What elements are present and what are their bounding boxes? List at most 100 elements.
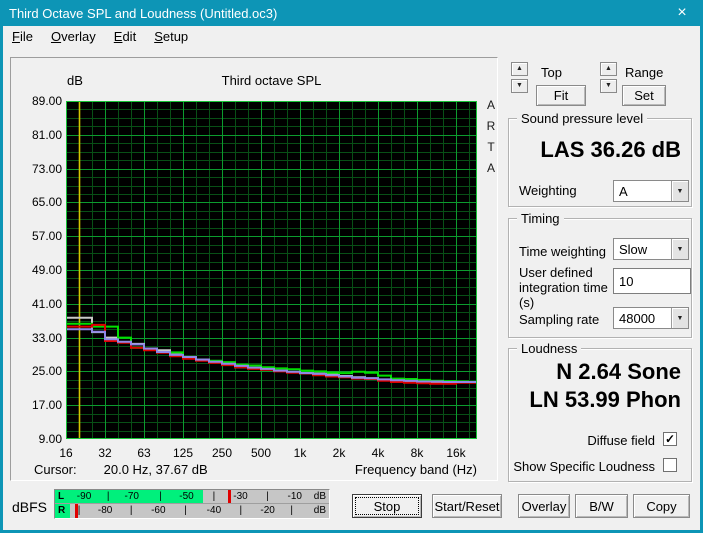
spl-groupbox: Sound pressure level LAS 36.26 dB Weight… xyxy=(508,111,692,207)
down-arrow-icon: ▼ xyxy=(605,82,612,89)
weighting-select[interactable]: A ▼ xyxy=(613,180,689,202)
menu-setup[interactable]: Setup xyxy=(145,26,197,48)
up-arrow-icon: ▲ xyxy=(516,65,523,72)
diffuse-field-label: Diffuse field xyxy=(587,433,655,448)
client-area: File Overlay Edit Setup dB Third octave SPL… xyxy=(3,26,700,530)
top-label: Top xyxy=(541,65,562,80)
spl-plot[interactable] xyxy=(66,101,477,439)
meter-scale-label: -70 xyxy=(124,491,139,502)
y-tick-label: 57.00 xyxy=(31,229,62,244)
x-tick-label: 16k xyxy=(446,446,466,460)
x-tick-label: 1k xyxy=(293,446,307,460)
dropdown-arrow-icon[interactable]: ▼ xyxy=(671,181,688,201)
range-spin-up-button[interactable]: ▲ xyxy=(600,62,617,76)
specific-loudness-label: Show Specific Loudness xyxy=(513,459,655,474)
menu-overlay[interactable]: Overlay xyxy=(42,26,105,48)
meter-scale-label: -30 xyxy=(233,491,248,502)
meter-peak-indicator xyxy=(227,490,231,503)
meter-row-r: R -80 -60 -40 -20 | | | | | dB xyxy=(55,504,329,518)
x-tick-label: 2k xyxy=(332,446,346,460)
title-bar[interactable]: Third Octave SPL and Loudness (Untitled.… xyxy=(0,0,703,26)
plot-canvas[interactable] xyxy=(66,101,477,439)
y-tick-label: 89.00 xyxy=(31,94,62,108)
meter-scale-tick: | xyxy=(77,505,81,516)
overlay-button-label: Overlay xyxy=(521,498,567,514)
chart-panel: dB Third octave SPL ARTA Cursor: 20.0 Hz… xyxy=(10,57,498,481)
stop-button-label: Stop xyxy=(373,498,401,514)
x-tick-label: 500 xyxy=(250,446,272,460)
meter-scale-label: -40 xyxy=(206,505,222,516)
timing-groupbox-title: Timing xyxy=(517,211,564,226)
y-tick-label: 49.00 xyxy=(31,263,62,277)
chart-title: Third octave SPL xyxy=(221,73,322,88)
start-reset-button-label: Start/Reset xyxy=(434,498,500,514)
x-axis-label: Frequency band (Hz) xyxy=(354,462,477,477)
show-specific-loudness-checkbox[interactable] xyxy=(663,458,677,472)
start-reset-button[interactable]: Start/Reset xyxy=(432,494,502,518)
set-button-label: Set xyxy=(634,88,654,103)
loudness-sone-value: N 2.64 Sone xyxy=(556,359,681,384)
fit-button[interactable]: Fit xyxy=(536,85,586,106)
x-tick-label: 63 xyxy=(137,446,151,460)
b-w-button-label: B/W xyxy=(589,498,614,514)
b-w-button[interactable]: B/W xyxy=(575,494,628,518)
top-spin-up-button[interactable]: ▲ xyxy=(511,62,528,76)
meter-scale-tick: | xyxy=(159,491,162,502)
spl-groupbox-title: Sound pressure level xyxy=(517,111,648,126)
meter-scale-tick: | xyxy=(212,491,216,502)
sampling-rate-select[interactable]: 48000 ▼ xyxy=(613,307,689,329)
loudness-groupbox: Loudness N 2.64 Sone LN 53.99 Phon Diffu… xyxy=(508,341,692,482)
x-tick-label: 250 xyxy=(211,446,233,460)
fit-button-label: Fit xyxy=(553,88,569,103)
y-tick-label: 81.00 xyxy=(31,127,62,142)
loudness-groupbox-title: Loudness xyxy=(517,341,582,356)
meter-scale-label: -10 xyxy=(287,491,302,502)
x-tick-label: 4k xyxy=(371,446,385,460)
overlay-button[interactable]: Overlay xyxy=(518,494,570,518)
meter-channel-label: L xyxy=(58,491,65,502)
meter-scale-tick: | xyxy=(184,505,187,516)
integration-time-input[interactable] xyxy=(613,268,691,294)
x-tick-label: 8k xyxy=(410,446,424,460)
x-tick-label: 32 xyxy=(98,446,112,460)
dropdown-arrow-icon[interactable]: ▼ xyxy=(671,239,688,259)
spl-value: LAS 36.26 dB xyxy=(540,137,681,162)
dropdown-arrow-icon[interactable]: ▼ xyxy=(671,308,688,328)
x-tick-label: 16 xyxy=(59,446,73,460)
y-tick-label: 73.00 xyxy=(31,161,62,176)
level-meter: L -90 -70 -50 -30 -10 | | | | dB R -80 -60 -40 -20 | | | | |… xyxy=(54,489,330,519)
meter-channel-label: R xyxy=(58,505,66,516)
meter-scale-label: -20 xyxy=(260,505,275,516)
meter-unit-label: dB xyxy=(313,505,326,516)
meter-scale-tick: | xyxy=(129,505,133,516)
meter-scale-label: -60 xyxy=(151,505,166,516)
diffuse-field-checkbox[interactable]: ✓ xyxy=(663,432,677,446)
stop-button[interactable]: Stop xyxy=(352,494,422,518)
copy-button-label: Copy xyxy=(646,498,677,514)
top-spin-down-button[interactable]: ▼ xyxy=(511,79,528,93)
menu-bar: File Overlay Edit Setup xyxy=(3,26,700,48)
y-tick-label: 25.00 xyxy=(31,364,62,379)
range-spin-down-button[interactable]: ▼ xyxy=(600,79,617,93)
menu-edit[interactable]: Edit xyxy=(105,26,145,48)
set-button[interactable]: Set xyxy=(622,85,666,106)
close-icon[interactable]: × xyxy=(673,4,691,22)
copy-button[interactable]: Copy xyxy=(633,494,690,518)
dbfs-label: dBFS xyxy=(12,499,48,515)
weighting-label: Weighting xyxy=(519,183,577,198)
y-tick-label: 17.00 xyxy=(31,398,62,413)
arta-watermark: ARTA xyxy=(486,98,496,175)
time-weighting-value: Slow xyxy=(619,242,648,257)
menu-file[interactable]: File xyxy=(3,26,42,48)
y-tick-label: 41.00 xyxy=(31,296,62,311)
time-weighting-select[interactable]: Slow ▼ xyxy=(613,238,689,260)
top-spinner: ▲ ▼ xyxy=(511,62,528,93)
meter-scale-tick: | xyxy=(106,491,110,502)
y-tick-label: 33.00 xyxy=(31,330,62,345)
time-weighting-label: Time weighting xyxy=(519,244,606,259)
loudness-phon-value: LN 53.99 Phon xyxy=(529,387,681,412)
sampling-rate-value: 48000 xyxy=(619,311,656,326)
range-spinner: ▲ ▼ xyxy=(600,62,617,93)
sampling-rate-label: Sampling rate xyxy=(519,312,600,327)
timing-groupbox: Timing Time weighting Slow ▼ User define… xyxy=(508,211,692,338)
